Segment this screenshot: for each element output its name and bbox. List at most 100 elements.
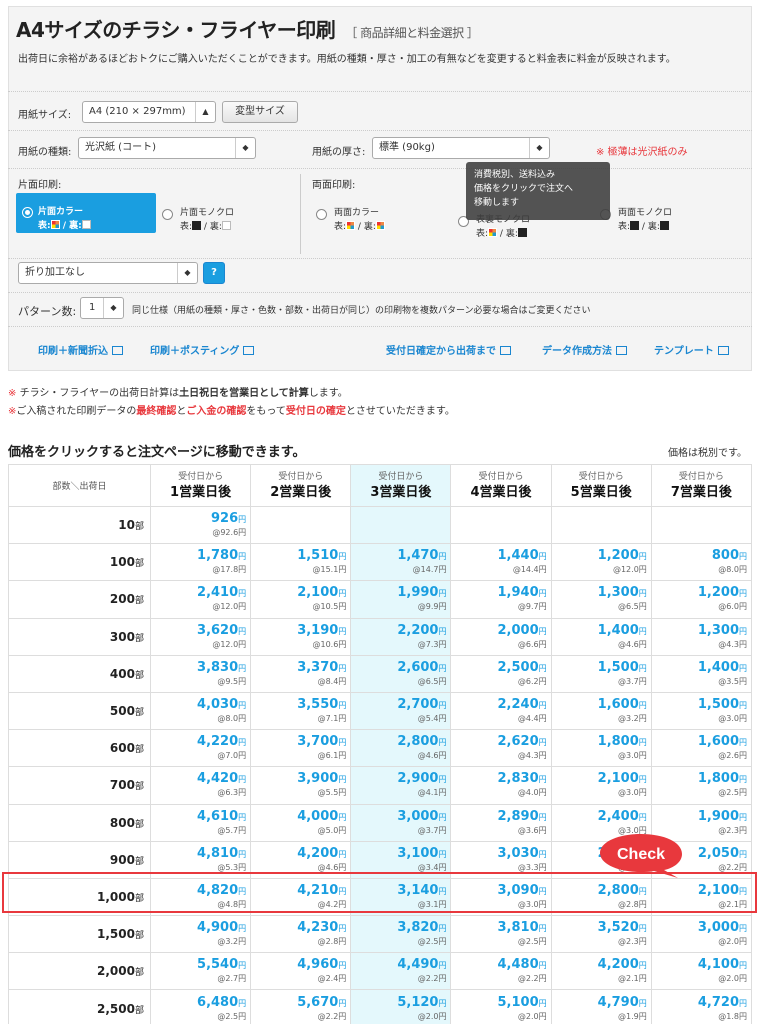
- empty-cell: [250, 505, 352, 545]
- external-window-icon: [243, 346, 255, 355]
- price-cell[interactable]: 2,620円 @4.3円: [450, 729, 552, 768]
- qty-cell: 500部: [8, 691, 151, 731]
- price-cell[interactable]: 6,480円 @2.5円: [149, 989, 252, 1024]
- price-cell[interactable]: 1,510円 @15.1円: [250, 543, 352, 582]
- option-single-color[interactable]: 片面カラー 表: / 裏:: [16, 193, 156, 233]
- price-cell[interactable]: 2,240円 @4.4円: [450, 691, 552, 731]
- price-cell[interactable]: 4,220円 @7.0円: [149, 729, 252, 768]
- link-shipping[interactable]: 受付日確定から出荷まで: [386, 342, 511, 357]
- price-cell[interactable]: 2,100円 @3.0円: [550, 766, 652, 805]
- price-cell[interactable]: 1,940円 @9.7円: [450, 580, 552, 619]
- price-cell[interactable]: 3,820円 @2.5円: [350, 915, 452, 954]
- price-cell[interactable]: 2,200円 @7.3円: [350, 617, 452, 656]
- table-row: 400部 3,830円 @9.5円 3,370円 @8.4円 2,600円 @6.5円 2,5…: [8, 654, 753, 693]
- price-cell[interactable]: 4,610円 @5.7円: [149, 803, 252, 842]
- price-cell[interactable]: 800円 @8.0円: [650, 543, 753, 582]
- paper-type-select[interactable]: 光沢紙 (コート) ◆: [78, 137, 256, 159]
- paper-size-label: 用紙サイズ:: [18, 110, 72, 121]
- option-single-mono[interactable]: 片面モノクロ 表: / 裏:: [162, 201, 282, 237]
- table-row: 100部 1,780円 @17.8円 1,510円 @15.1円 1,470円 @14.7円…: [8, 543, 753, 582]
- price-cell[interactable]: 3,810円 @2.5円: [450, 915, 552, 954]
- divider: [8, 258, 752, 259]
- price-table: 部数＼出荷日 受付日から 1営業日後 受付日から 2営業日後 受付日から 3営業日後 受付日か…: [8, 464, 753, 1024]
- highlight-row-frame: [2, 872, 757, 913]
- price-cell[interactable]: 3,900円 @5.5円: [250, 766, 352, 805]
- price-cell[interactable]: 4,030円 @8.0円: [149, 691, 252, 731]
- price-cell[interactable]: 2,000円 @6.6円: [450, 617, 552, 656]
- divider: [8, 168, 752, 169]
- price-cell[interactable]: 1,780円 @17.8円: [149, 543, 252, 582]
- price-cell[interactable]: 4,720円 @1.8円: [650, 989, 753, 1024]
- custom-size-button[interactable]: 変型サイズ: [222, 101, 298, 123]
- price-cell[interactable]: 4,490円 @2.2円: [350, 952, 452, 991]
- divider: [8, 326, 752, 327]
- price-cell[interactable]: 4,420円 @6.3円: [149, 766, 252, 805]
- price-cell[interactable]: 2,100円 @10.5円: [250, 580, 352, 619]
- price-cell[interactable]: 1,200円 @6.0円: [650, 580, 753, 619]
- price-cell[interactable]: 3,550円 @7.1円: [250, 691, 352, 731]
- price-cell[interactable]: 3,000円 @2.0円: [650, 915, 753, 954]
- pattern-select[interactable]: 1 ◆: [80, 297, 124, 319]
- price-cell[interactable]: 1,400円 @3.5円: [650, 654, 753, 693]
- option-title: 両面モノクロ: [618, 208, 673, 218]
- option-double-color[interactable]: 両面カラー 表: / 裏:: [316, 201, 436, 237]
- paper-size-select[interactable]: A4 (210 × 297mm) ▲: [82, 101, 216, 123]
- price-cell[interactable]: 1,600円 @2.6円: [650, 729, 753, 768]
- price-cell[interactable]: 3,190円 @10.6円: [250, 617, 352, 656]
- price-cell[interactable]: 3,620円 @12.0円: [149, 617, 252, 656]
- link-newspaper[interactable]: 印刷＋新聞折込: [38, 342, 123, 357]
- price-cell[interactable]: 1,500円 @3.7円: [550, 654, 652, 693]
- price-cell[interactable]: 4,230円 @2.8円: [250, 915, 352, 954]
- price-cell[interactable]: 1,600円 @3.2円: [550, 691, 652, 731]
- help-button[interactable]: ?: [203, 262, 225, 284]
- price-cell[interactable]: 1,500円 @3.0円: [650, 691, 753, 731]
- price-cell[interactable]: 1,800円 @3.0円: [550, 729, 652, 768]
- price-cell[interactable]: 4,100円 @2.0円: [650, 952, 753, 991]
- price-cell[interactable]: 3,520円 @2.3円: [550, 915, 652, 954]
- price-cell[interactable]: 3,700円 @6.1円: [250, 729, 352, 768]
- paper-thickness-select[interactable]: 標準 (90kg) ◆: [372, 137, 550, 159]
- price-cell[interactable]: 1,470円 @14.7円: [350, 543, 452, 582]
- price-cell[interactable]: 5,120円 @2.0円: [350, 989, 452, 1024]
- price-cell[interactable]: 1,300円 @4.3円: [650, 617, 753, 656]
- price-cell[interactable]: 5,540円 @2.7円: [149, 952, 252, 991]
- price-cell[interactable]: 4,790円 @1.9円: [550, 989, 652, 1024]
- price-cell[interactable]: 2,800円 @4.6円: [350, 729, 452, 768]
- price-cell[interactable]: 3,830円 @9.5円: [149, 654, 252, 693]
- price-cell[interactable]: 2,600円 @6.5円: [350, 654, 452, 693]
- price-cell[interactable]: 2,890円 @3.6円: [450, 803, 552, 842]
- price-cell[interactable]: 4,200円 @2.1円: [550, 952, 652, 991]
- price-cell[interactable]: 4,480円 @2.2円: [450, 952, 552, 991]
- option-double-mono[interactable]: 両面モノクロ 表: / 裏:: [600, 201, 720, 237]
- price-cell[interactable]: 2,700円 @5.4円: [350, 691, 452, 731]
- price-cell[interactable]: 1,400円 @4.6円: [550, 617, 652, 656]
- price-cell[interactable]: 926円 @92.6円: [149, 505, 252, 545]
- price-cell[interactable]: 1,440円 @14.4円: [450, 543, 552, 582]
- color-swatch-icon: [50, 220, 60, 229]
- price-cell[interactable]: 2,830円 @4.0円: [450, 766, 552, 805]
- price-cell[interactable]: 1,990円 @9.9円: [350, 580, 452, 619]
- price-cell[interactable]: 2,410円 @12.0円: [149, 580, 252, 619]
- price-cell[interactable]: 5,100円 @2.0円: [450, 989, 552, 1024]
- link-template[interactable]: テンプレート: [654, 342, 729, 357]
- price-cell[interactable]: 1,300円 @6.5円: [550, 580, 652, 619]
- price-cell[interactable]: 5,670円 @2.2円: [250, 989, 352, 1024]
- table-row: 600部 4,220円 @7.0円 3,700円 @6.1円 2,800円 @4.6円 2,6…: [8, 729, 753, 768]
- table-row: 10部 926円 @92.6円: [8, 505, 753, 545]
- price-cell[interactable]: 1,800円 @2.5円: [650, 766, 753, 805]
- price-cell[interactable]: 2,500円 @6.2円: [450, 654, 552, 693]
- link-data-creation[interactable]: データ作成方法: [542, 342, 627, 357]
- fold-select[interactable]: 折り加工なし ◆: [18, 262, 198, 284]
- price-cell[interactable]: 4,960円 @2.4円: [250, 952, 352, 991]
- price-cell[interactable]: 1,200円 @12.0円: [550, 543, 652, 582]
- col-header: 受付日から 4営業日後: [450, 464, 552, 507]
- table-row: 500部 4,030円 @8.0円 3,550円 @7.1円 2,700円 @5.4円 2,2…: [8, 691, 753, 731]
- price-cell[interactable]: 3,000円 @3.7円: [350, 803, 452, 842]
- price-cell[interactable]: 4,900円 @3.2円: [149, 915, 252, 954]
- price-cell[interactable]: 3,370円 @8.4円: [250, 654, 352, 693]
- price-cell[interactable]: 4,000円 @5.0円: [250, 803, 352, 842]
- qty-cell: 10部: [8, 505, 151, 545]
- mono-swatch-icon: [630, 221, 640, 230]
- link-posting[interactable]: 印刷＋ポスティング: [150, 342, 255, 357]
- price-cell[interactable]: 2,900円 @4.1円: [350, 766, 452, 805]
